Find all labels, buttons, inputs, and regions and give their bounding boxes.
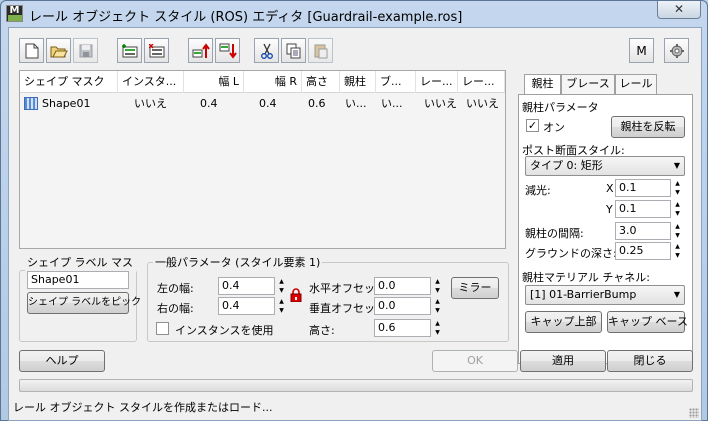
status-text: レール オブジェクト スタイルを作成またはロード... (13, 401, 273, 414)
cell-rail-1: いいえ (424, 97, 457, 110)
resize-grip[interactable] (689, 408, 699, 418)
settings-icon[interactable] (664, 38, 689, 63)
column-header[interactable]: シェイプ マスク (20, 71, 118, 93)
use-instance-checkbox[interactable] (156, 322, 169, 335)
use-instance-label: インスタンスを使用 (175, 324, 274, 337)
cell-rail-2: いいえ (466, 97, 499, 110)
scale-y-label: Y (606, 203, 613, 216)
tab-post[interactable]: 親柱 (524, 74, 561, 95)
shape-icon (24, 97, 38, 110)
cap-top-button[interactable]: キャップ上部 (525, 311, 602, 333)
column-header[interactable]: ブ... (376, 71, 416, 93)
post-spacing-field[interactable]: 3.0 (615, 222, 671, 240)
mirror-button[interactable]: ミラー (451, 277, 499, 299)
right-width-label: 右の幅: (157, 302, 194, 315)
dialog-client: M シェイプ マスク インスタ... 幅 L 幅 R 高さ 親柱 ブ... レー… (8, 27, 702, 421)
copy-icon[interactable] (281, 38, 306, 63)
paste-icon[interactable] (308, 38, 333, 63)
scale-y-spinner[interactable]: ▲ ▼ (673, 200, 682, 218)
post-on-checkbox[interactable]: ✓ (526, 119, 539, 132)
cap-base-button[interactable]: キャップ ベース (607, 311, 688, 333)
right-width-spinner[interactable]: ▲ ▼ (277, 297, 286, 315)
scale-label: 減光: (525, 184, 551, 197)
right-width-field[interactable]: 0.4 (218, 297, 275, 315)
v-offset-field[interactable]: 0.0 (374, 297, 431, 315)
ground-depth-field[interactable]: 0.25 (615, 242, 671, 260)
close-button[interactable]: 閉じる (607, 350, 693, 372)
column-header[interactable]: 幅 L (184, 71, 244, 93)
cell-width-l: 0.4 (200, 97, 218, 110)
material-channel-label: 親柱マテリアル チャネル: (522, 271, 650, 284)
cell-brace: い... (381, 97, 403, 110)
progress-bar (19, 379, 693, 392)
post-tab-panel: 親柱パラメータ ✓ オン 親柱を反転 ポスト断面スタイル: タイプ 0: 矩形 ▼… (518, 94, 693, 364)
open-icon[interactable] (46, 38, 71, 63)
apply-button[interactable]: 適用 (520, 350, 606, 372)
height-spinner[interactable]: ▲ ▼ (433, 319, 442, 337)
cell-post: い... (345, 97, 367, 110)
lock-icon[interactable] (290, 288, 302, 305)
h-offset-field[interactable]: 0.0 (374, 277, 431, 295)
help-button[interactable]: ヘルプ (19, 350, 105, 372)
m-button[interactable]: M (629, 38, 654, 63)
material-channel-dropdown[interactable]: [1] 01-BarrierBump ▼ (525, 285, 685, 305)
table-row[interactable]: Shape01 いいえ 0.4 0.4 0.6 い... い... いいえ いい… (20, 95, 505, 113)
left-width-label: 左の幅: (157, 282, 194, 295)
window-title: レール オブジェクト スタイル (ROS) エディタ [Guardrail-ex… (29, 10, 463, 25)
ground-depth-label: グラウンドの深さ: (525, 247, 617, 260)
cell-shape-mask: Shape01 (42, 97, 91, 110)
column-header[interactable]: 高さ (302, 71, 340, 93)
shape-list[interactable]: シェイプ マスク インスタ... 幅 L 幅 R 高さ 親柱 ブ... レー..… (19, 70, 506, 249)
post-spacing-spinner[interactable]: ▲ ▼ (673, 222, 682, 240)
h-offset-spinner[interactable]: ▲ ▼ (433, 277, 442, 295)
column-header[interactable]: レー... (458, 71, 505, 93)
post-params-title: 親柱パラメータ (522, 101, 599, 114)
post-on-label: オン (543, 121, 565, 134)
cut-icon[interactable] (254, 38, 279, 63)
reverse-post-button[interactable]: 親柱を反転 (611, 116, 685, 138)
section-style-dropdown[interactable]: タイプ 0: 矩形 ▼ (525, 156, 685, 176)
cell-width-r: 0.4 (259, 97, 277, 110)
title-bar[interactable]: M レール オブジェクト スタイル (ROS) エディタ [Guardrail-… (1, 1, 707, 27)
tab-rail[interactable]: レール (615, 74, 657, 94)
add-shape-icon[interactable] (117, 38, 142, 63)
ok-button[interactable]: OK (432, 350, 518, 372)
shape-label-field[interactable]: Shape01 (27, 271, 129, 289)
column-header[interactable]: インスタ... (118, 71, 184, 93)
chevron-down-icon: ▼ (673, 290, 680, 299)
general-params-legend: 一般パラメータ (スタイル要素 1) (155, 256, 321, 269)
move-up-icon[interactable] (188, 38, 213, 63)
tab-brace[interactable]: ブレース (561, 74, 615, 94)
height-label: 高さ: (309, 324, 335, 337)
column-header[interactable]: レー... (416, 71, 458, 93)
scale-x-spinner[interactable]: ▲ ▼ (673, 179, 682, 197)
scale-x-field[interactable]: 0.1 (615, 179, 671, 197)
main-window: M レール オブジェクト スタイル (ROS) エディタ [Guardrail-… (0, 0, 708, 421)
close-window-button[interactable]: ✕ (657, 1, 701, 19)
scale-x-label: X (606, 182, 614, 195)
move-down-icon[interactable] (215, 38, 240, 63)
left-width-field[interactable]: 0.4 (218, 277, 275, 295)
list-header: シェイプ マスク インスタ... 幅 L 幅 R 高さ 親柱 ブ... レー..… (20, 71, 505, 93)
post-spacing-label: 親柱の間隔: (525, 227, 584, 240)
ground-depth-spinner[interactable]: ▲ ▼ (673, 242, 682, 260)
app-icon: M (6, 5, 23, 22)
chevron-down-icon: ▼ (673, 161, 680, 170)
column-header[interactable]: 幅 R (244, 71, 302, 93)
scale-y-field[interactable]: 0.1 (615, 200, 671, 218)
cell-instance: いいえ (134, 97, 167, 110)
v-offset-spinner[interactable]: ▲ ▼ (433, 297, 442, 315)
pick-shape-label-button[interactable]: シェイプ ラベルをピック (27, 292, 141, 314)
height-field[interactable]: 0.6 (374, 319, 431, 337)
delete-shape-icon[interactable] (144, 38, 169, 63)
new-icon[interactable] (19, 38, 44, 63)
column-header[interactable]: 親柱 (340, 71, 376, 93)
left-width-spinner[interactable]: ▲ ▼ (277, 277, 286, 295)
save-icon[interactable] (73, 38, 98, 63)
cell-height: 0.6 (308, 97, 326, 110)
